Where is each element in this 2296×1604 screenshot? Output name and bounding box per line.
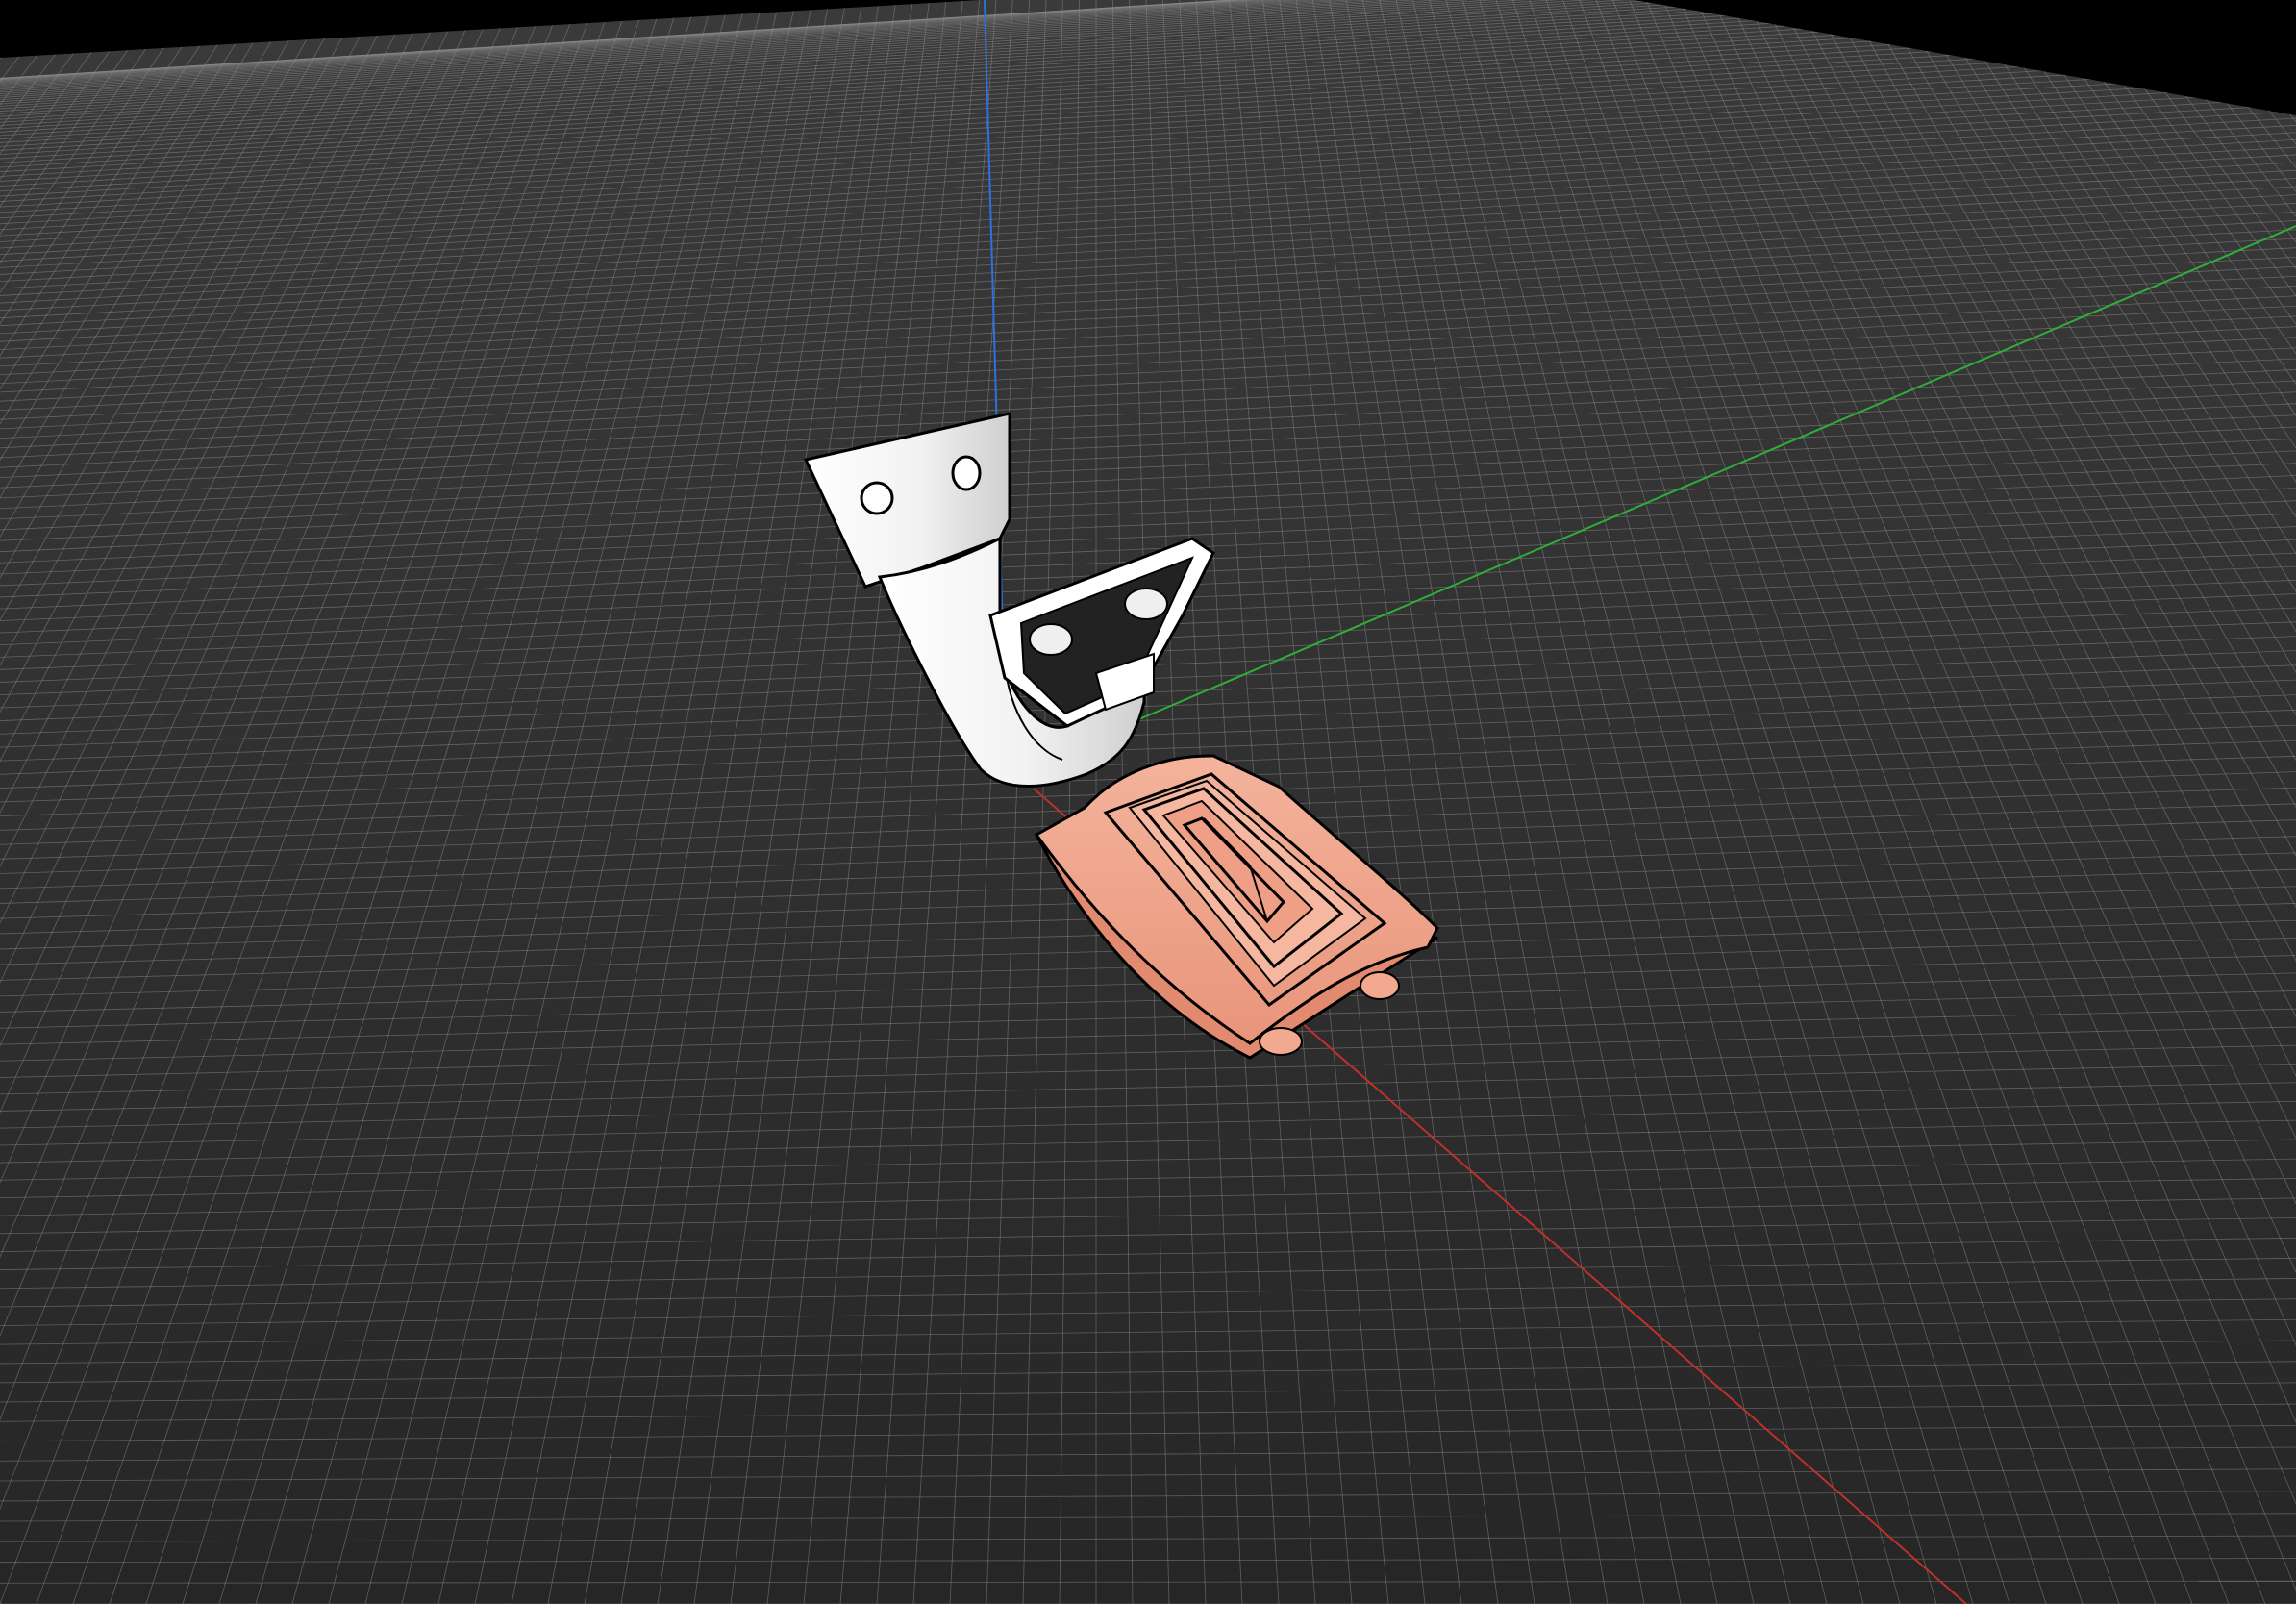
viewport-canvas[interactable] bbox=[0, 0, 2296, 1604]
3d-viewport[interactable] bbox=[0, 0, 2296, 1604]
